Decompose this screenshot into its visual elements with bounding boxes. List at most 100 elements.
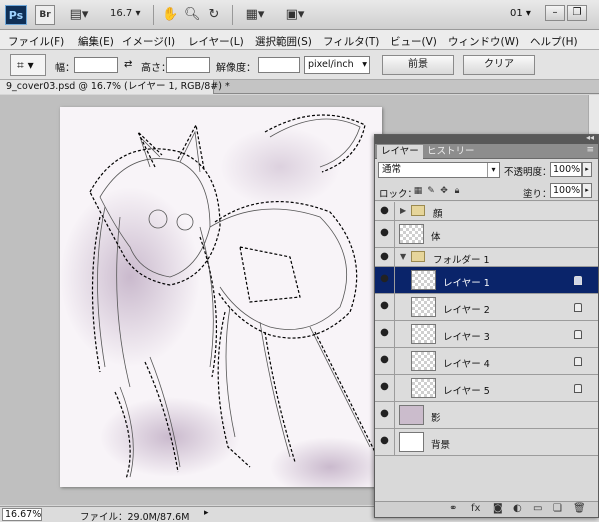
menu-help[interactable]: ヘルプ(H): [530, 34, 578, 49]
visibility-eye-icon[interactable]: ●: [375, 321, 395, 347]
opacity-label: 不透明度：: [504, 167, 552, 178]
crop-icon: ⌗: [17, 58, 24, 72]
artwork-canvas[interactable]: [60, 107, 382, 487]
crop-tool-preset-picker[interactable]: ⌗ ▾: [10, 54, 46, 76]
dropdown-arrow-icon: ▾: [362, 59, 367, 70]
status-menu-arrow-icon[interactable]: ▸: [204, 508, 209, 518]
layer-body[interactable]: ● 体: [375, 221, 598, 248]
adjustment-layer-icon[interactable]: ◐: [513, 503, 522, 514]
height-input[interactable]: [166, 57, 210, 73]
arrange-documents-icon[interactable]: ▦▾: [242, 6, 268, 24]
lock-all-icon[interactable]: 🔒︎: [452, 186, 462, 196]
separator: [232, 5, 233, 25]
layer-2[interactable]: ● レイヤー 2: [375, 294, 598, 321]
layer-background[interactable]: ● 背景: [375, 429, 598, 456]
link-layers-icon[interactable]: ⚭: [449, 503, 457, 514]
layer-1[interactable]: ● レイヤー 1: [375, 267, 598, 294]
clear-button[interactable]: クリア: [463, 55, 535, 75]
dropdown-arrow-icon: ▾: [487, 163, 499, 177]
resolution-label: 解像度：: [216, 63, 256, 74]
visibility-eye-icon[interactable]: ●: [375, 202, 395, 220]
bridge-button[interactable]: Br: [35, 5, 55, 25]
layer-group-folder-1[interactable]: ● ▼ フォルダー 1: [375, 248, 598, 267]
menu-view[interactable]: ビュー(V): [390, 34, 437, 49]
menu-layer[interactable]: レイヤー(L): [188, 34, 244, 49]
width-input[interactable]: [74, 57, 118, 73]
layers-panel-footer: ⚭ fx ◙ ◐ ▭ ❏ 🗑︎: [375, 501, 598, 517]
visibility-eye-icon[interactable]: ●: [375, 294, 395, 320]
layer-name: 背景: [431, 440, 451, 451]
visibility-eye-icon[interactable]: ●: [375, 375, 395, 401]
menu-image[interactable]: イメージ(I): [122, 34, 175, 49]
new-group-icon[interactable]: ▭: [533, 503, 542, 514]
delete-layer-icon[interactable]: 🗑︎: [573, 503, 586, 514]
tab-layers[interactable]: レイヤー: [377, 145, 423, 159]
layers-list: ● ▶ 顔 ● 体 ● ▼ フォルダー 1 ● レイヤー 1 ● レイヤー 2 …: [375, 202, 598, 490]
layer-4[interactable]: ● レイヤー 4: [375, 348, 598, 375]
menu-window[interactable]: ウィンドウ(W): [448, 34, 519, 49]
add-mask-icon[interactable]: ◙: [493, 503, 503, 514]
new-layer-icon[interactable]: ❏: [553, 503, 562, 514]
visibility-eye-icon[interactable]: ●: [375, 348, 395, 374]
menu-filter[interactable]: フィルタ(T): [323, 34, 379, 49]
layer-name: レイヤー 3: [443, 332, 490, 343]
lock-transparency-icon[interactable]: ▦: [413, 186, 423, 196]
application-bar: Ps Br ▤▾ 16.7 ▾ ✋ 🔍︎ ↻ ▦▾ ▣▾ 01 ▾ – ❐: [0, 0, 599, 30]
visibility-eye-icon[interactable]: ●: [375, 402, 395, 428]
group-collapse-icon[interactable]: ▼: [400, 252, 406, 261]
workspace-value: 01: [510, 8, 523, 19]
opacity-field[interactable]: 100%: [550, 162, 582, 177]
visibility-eye-icon[interactable]: ●: [375, 267, 395, 293]
layer-name: レイヤー 1: [443, 278, 490, 289]
collapse-panel-icon[interactable]: ◂◂: [586, 133, 594, 142]
visibility-eye-icon[interactable]: ●: [375, 221, 395, 247]
blend-mode-value: 通常: [382, 164, 402, 175]
group-expand-icon[interactable]: ▶: [400, 206, 406, 215]
layer-group-face[interactable]: ● ▶ 顔: [375, 202, 598, 221]
layer-thumbnail: [399, 224, 424, 244]
zoom-level-select[interactable]: 16.7 ▾: [110, 8, 140, 19]
screen-layout-icon[interactable]: ▣▾: [282, 6, 308, 24]
layer-shadow[interactable]: ● 影: [375, 402, 598, 429]
visibility-eye-icon[interactable]: ●: [375, 429, 395, 455]
resolution-input[interactable]: [258, 57, 300, 73]
zoom-tool-icon[interactable]: 🔍︎: [184, 6, 201, 24]
resolution-unit-select[interactable]: pixel/inch ▾: [304, 56, 370, 74]
zoom-level-value: 16.7: [110, 8, 133, 19]
width-label: 幅：: [55, 63, 75, 74]
status-zoom-field[interactable]: 16.67%: [2, 508, 42, 521]
layer-style-icon[interactable]: fx: [471, 503, 480, 514]
tab-history[interactable]: ヒストリー: [423, 145, 479, 159]
options-bar: ⌗ ▾ 幅： ⇄ 高さ： 解像度： pixel/inch ▾ 前景 クリア: [0, 50, 599, 80]
screen-mode-icon[interactable]: ▤▾: [66, 6, 92, 24]
layer-thumbnail: [411, 270, 436, 290]
hand-tool-icon[interactable]: ✋: [162, 6, 178, 24]
panel-title-bar[interactable]: ◂◂: [375, 133, 598, 144]
visibility-eye-icon[interactable]: ●: [375, 248, 395, 266]
opacity-slider-arrow-icon[interactable]: ▸: [582, 162, 592, 177]
layer-3[interactable]: ● レイヤー 3: [375, 321, 598, 348]
file-size-info: ファイル：29.0M/87.6M: [80, 512, 190, 522]
panel-menu-icon[interactable]: ≡: [586, 145, 594, 155]
fill-slider-arrow-icon[interactable]: ▸: [582, 183, 592, 198]
folder-icon: [411, 205, 425, 216]
layer-thumbnail: [411, 351, 436, 371]
blend-mode-select[interactable]: 通常 ▾: [378, 162, 500, 178]
photoshop-logo: Ps: [5, 5, 27, 25]
menu-select[interactable]: 選択範囲(S): [255, 34, 312, 49]
front-image-button[interactable]: 前景: [382, 55, 454, 75]
restore-button[interactable]: ❐: [567, 5, 587, 21]
minimize-button[interactable]: –: [545, 5, 565, 21]
resolution-unit-value: pixel/inch: [308, 59, 354, 70]
swap-dimensions-icon[interactable]: ⇄: [124, 59, 132, 70]
menu-file[interactable]: ファイル(F): [8, 34, 64, 49]
fill-label: 塗り：: [523, 189, 552, 200]
lock-image-icon[interactable]: ✎: [426, 186, 436, 196]
lock-position-icon[interactable]: ✥: [439, 186, 449, 196]
menu-edit[interactable]: 編集(E): [78, 34, 114, 49]
document-tab[interactable]: 9_cover03.psd @ 16.7% (レイヤー 1, RGB/8#) *: [0, 80, 230, 94]
workspace-select[interactable]: 01 ▾: [510, 8, 531, 19]
fill-field[interactable]: 100%: [550, 183, 582, 198]
layer-5[interactable]: ● レイヤー 5: [375, 375, 598, 402]
rotate-view-icon[interactable]: ↻: [206, 6, 222, 24]
